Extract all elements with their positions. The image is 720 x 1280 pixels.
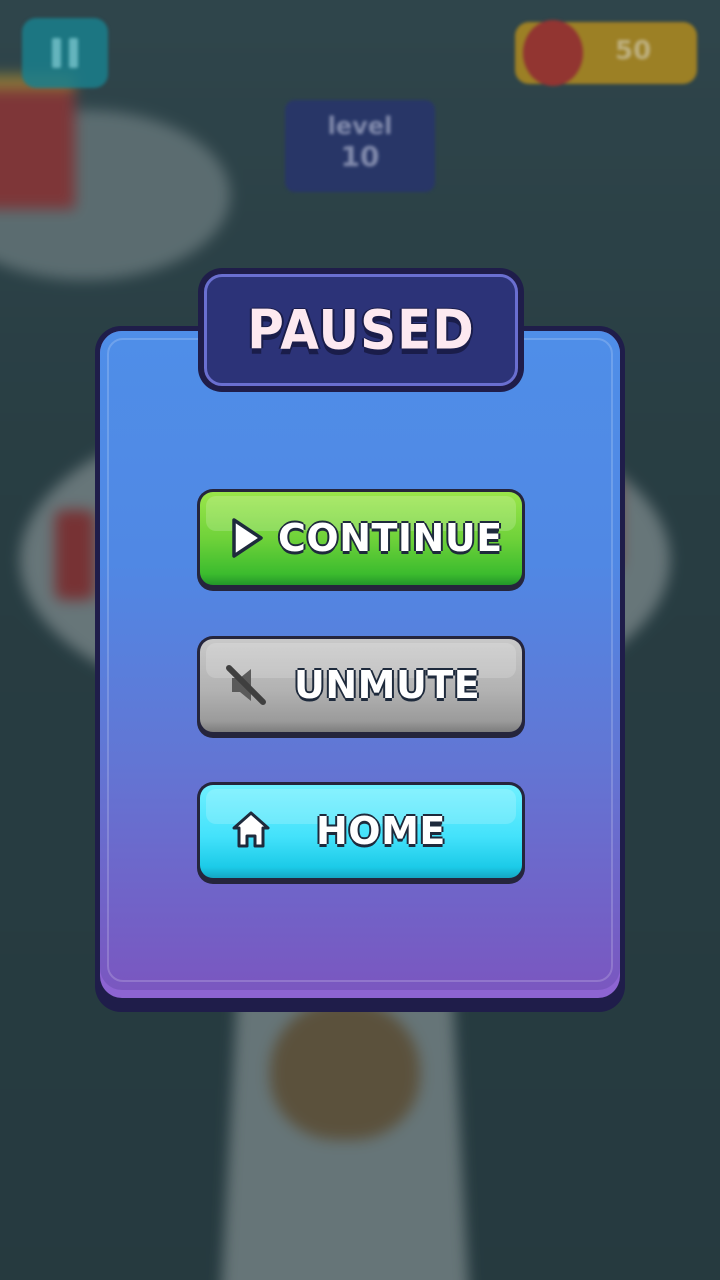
- play-icon: [232, 518, 263, 558]
- unmute-label: UNMUTE: [294, 662, 481, 707]
- level-indicator: level 10: [285, 100, 435, 192]
- gem-counter: 50: [515, 20, 697, 86]
- home-icon: [232, 811, 270, 848]
- continue-label: CONTINUE: [278, 515, 503, 560]
- level-label: level: [327, 112, 393, 140]
- home-label: HOME: [316, 808, 446, 853]
- unmute-button[interactable]: UNMUTE: [197, 636, 525, 738]
- gem-count: 50: [615, 36, 652, 66]
- pause-button[interactable]: [22, 18, 108, 88]
- pause-icon: [52, 38, 78, 68]
- dialog-title-tab: PAUSED: [198, 268, 524, 392]
- continue-button[interactable]: CONTINUE: [197, 489, 525, 591]
- home-button[interactable]: HOME: [197, 782, 525, 884]
- muted-speaker-icon: [226, 665, 266, 705]
- dialog-title: PAUSED: [247, 298, 475, 362]
- gem-icon: [523, 20, 583, 86]
- level-value: 10: [340, 140, 380, 173]
